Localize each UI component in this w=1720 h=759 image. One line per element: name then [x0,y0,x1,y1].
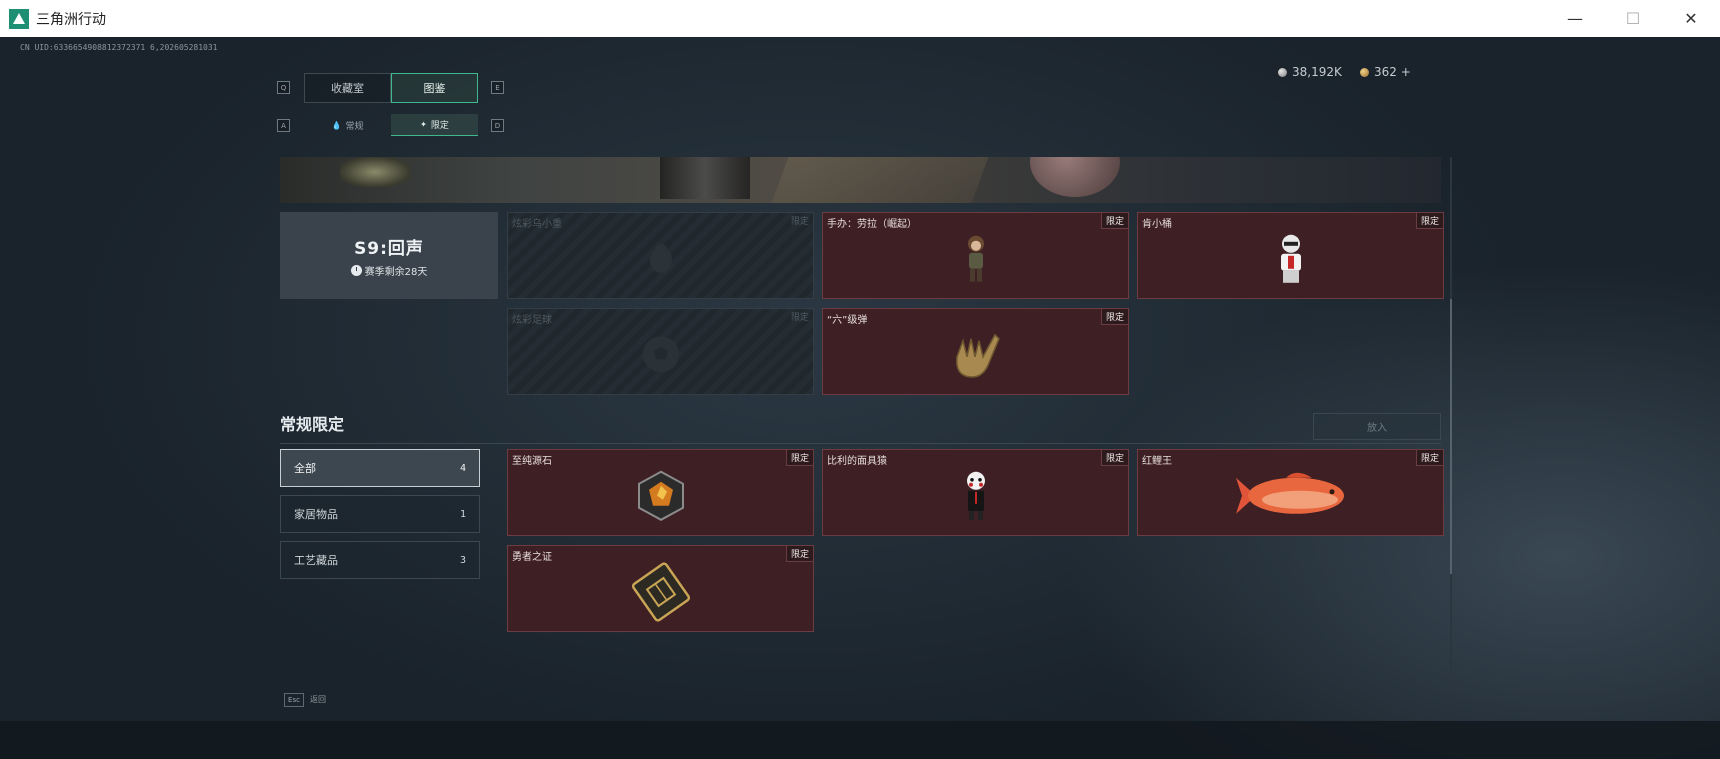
clock-icon [350,264,362,276]
silver-currency: 38,192K [1278,65,1342,79]
esc-key-hint[interactable]: Esc [284,693,304,707]
season-card: S9:回声 赛季剩余28天 [280,212,498,299]
gem-icon [637,470,684,521]
limited-tag: 限定 [1100,309,1128,325]
item-name: 手办：劳拉（崛起） [827,219,917,230]
scrollbar-thumb[interactable] [1450,299,1452,574]
filter-all[interactable]: 全部 4 [280,449,480,487]
section-title: 常规限定 [280,415,345,434]
collection-item-card[interactable]: 红鲤王 限定 [1137,449,1444,536]
season-remaining-text: 赛季剩余28天 [364,266,428,278]
silver-amount: 38,192K [1292,65,1342,79]
silver-coin-icon [1278,67,1287,77]
collection-item-card[interactable]: 至纯源石 限定 [507,449,814,536]
maximize-button[interactable]: ☐ [1604,0,1662,37]
tab-prev-key-hint: Q [277,81,290,94]
window-controls: — ☐ ✕ [1546,0,1720,37]
limited-tag: 限定 [1415,213,1443,229]
limited-tag: 限定 [785,546,813,562]
game-viewport: CN UID:6336654908812372371 6,20260528103… [0,37,1720,759]
subtab-regular-label: 常规 [345,121,364,132]
card-icon [631,561,690,622]
player-uid: CN UID:6336654908812372371 6,20260528103… [20,43,218,52]
collection-item-card[interactable]: 炫彩乌小重 限定 [507,212,814,299]
item-name: 比利的面具猿 [827,456,887,467]
tab-next-key-hint: E [491,81,504,94]
collection-item-card[interactable]: “六”级弹 限定 [822,308,1129,395]
drop-icon: 💧 [331,120,342,130]
back-label[interactable]: 返回 [310,694,326,705]
collection-item-card[interactable]: 肯小桶 限定 [1137,212,1444,299]
limited-tag: 限定 [1100,450,1128,466]
puppet-icon [966,471,985,520]
item-name: 肯小桶 [1142,219,1172,230]
subtab-next-key-hint: D [491,119,504,132]
ball-icon [642,335,679,372]
bird-icon [649,243,672,273]
tab-collection-room[interactable]: 收藏室 [304,73,391,103]
figure-icon [1280,234,1301,283]
fish-icon [1235,472,1344,514]
gold-amount: 362 + [1374,65,1411,79]
subtab-limited[interactable]: ✦ 限定 [391,114,478,136]
filter-home-items[interactable]: 家居物品 1 [280,495,480,533]
item-name: 炫彩足球 [512,315,552,326]
limited-tag: 限定 [1100,213,1128,229]
limited-tag: 限定 [1415,450,1443,466]
filter-crafts[interactable]: 工艺藏品 3 [280,541,480,579]
window-title: 三角洲行动 [36,11,106,28]
collection-item-card[interactable]: 炫彩足球 限定 [507,308,814,395]
item-name: 红鲤王 [1142,456,1172,467]
hand-icon [955,333,1000,378]
season-remaining: 赛季剩余28天 [350,263,428,278]
gold-coin-icon [1360,67,1369,77]
place-in-button[interactable]: 放入 [1313,413,1441,440]
section-divider [280,443,1441,444]
figure-icon [967,235,984,282]
limited-tag: 限定 [785,450,813,466]
star-icon: ✦ [420,120,427,129]
tab-catalog[interactable]: 图鉴 [391,73,478,103]
collection-item-card[interactable]: 手办：劳拉（崛起） 限定 [822,212,1129,299]
gold-currency[interactable]: 362 + [1360,65,1411,79]
subtab-regular[interactable]: 💧 常规 [304,114,391,136]
limited-tag: 限定 [790,313,809,323]
filter-count: 3 [459,554,466,566]
item-name: 炫彩乌小重 [512,219,562,230]
filter-label: 家居物品 [294,508,338,521]
minimize-button[interactable]: — [1546,0,1604,37]
bottom-bar [0,721,1720,759]
subtab-prev-key-hint: A [277,119,290,132]
item-name: “六”级弹 [827,315,868,326]
filter-count: 4 [459,462,466,474]
season-banner-image [280,157,1441,203]
window-titlebar: 三角洲行动 — ☐ ✕ [0,0,1720,37]
collection-item-card[interactable]: 勇者之证 限定 [507,545,814,632]
collection-item-card[interactable]: 比利的面具猿 限定 [822,449,1129,536]
close-button[interactable]: ✕ [1662,0,1720,37]
filter-label: 工艺藏品 [294,554,338,567]
filter-label: 全部 [294,462,316,475]
item-name: 至纯源石 [512,456,552,467]
app-logo-icon [9,8,29,29]
season-title: S9:回声 [354,238,424,259]
item-name: 勇者之证 [512,552,552,563]
filter-count: 1 [459,508,466,520]
limited-tag: 限定 [790,217,809,227]
subtab-limited-label: 限定 [430,121,449,131]
